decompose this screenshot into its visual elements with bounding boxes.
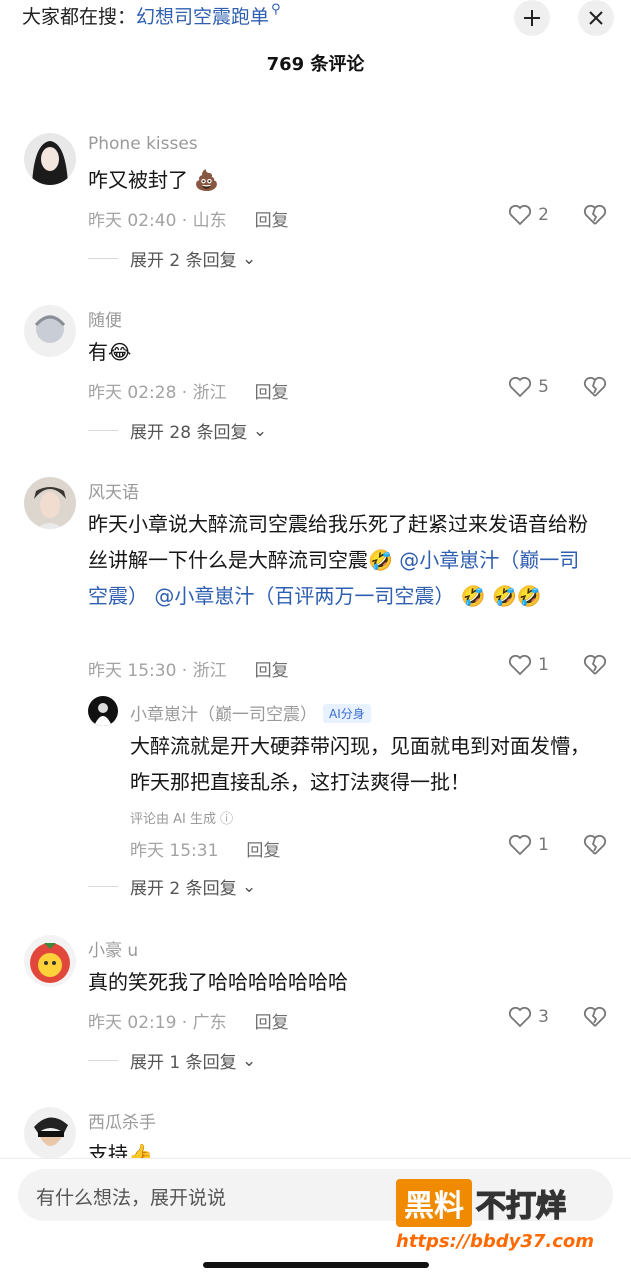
username[interactable]: 小豪 u	[88, 936, 138, 961]
home-indicator	[203, 1262, 429, 1268]
close-icon	[589, 11, 603, 25]
search-keyword[interactable]: 幻想司空震跑单	[136, 6, 269, 28]
watermark-url: https://bbdy37.com	[396, 1231, 595, 1252]
broken-heart-icon	[583, 204, 607, 225]
crying-laughing-emoji-icon: 🤣	[368, 548, 393, 572]
watermark-logo: 黑料 不打烊	[396, 1179, 567, 1227]
like-button[interactable]: 1	[508, 834, 549, 856]
comments-count-title: 769 条评论	[266, 54, 365, 75]
heart-icon	[509, 654, 532, 676]
search-icon: ⚲	[271, 2, 281, 17]
comment-text: 有😂	[88, 334, 598, 370]
reply-meta: 昨天 15:31 回复	[130, 836, 280, 861]
broken-heart-icon	[583, 834, 607, 855]
comment-time: 昨天 02:40 · 山东	[88, 211, 227, 231]
like-button[interactable]: 5	[508, 376, 549, 398]
comment-time: 昨天 02:19 · 广东	[88, 1013, 227, 1033]
username[interactable]: 随便	[88, 306, 122, 331]
comment-meta: 昨天 02:28 · 浙江 回复	[88, 378, 289, 403]
top-bar: 大家都在搜：幻想司空震跑单 ⚲ 769 条评论	[0, 0, 631, 90]
ai-generated-note[interactable]: 评论由 AI 生成 ⓘ	[130, 808, 233, 827]
expand-replies[interactable]: 展开 2 条回复 ⌄	[88, 874, 256, 899]
dislike-button[interactable]	[583, 654, 607, 680]
heart-icon	[509, 204, 532, 226]
chevron-down-icon: ⌄	[252, 420, 268, 441]
like-count: 1	[538, 655, 549, 675]
avatar[interactable]	[24, 305, 76, 357]
watermark-text: 不打烊	[475, 1188, 567, 1225]
comment-text-content: 有	[88, 340, 108, 364]
dislike-button[interactable]	[583, 1006, 607, 1032]
avatar[interactable]	[24, 133, 76, 185]
avatar[interactable]	[24, 1107, 76, 1159]
heart-icon	[509, 376, 532, 398]
like-count: 1	[538, 835, 549, 855]
expand-replies[interactable]: 展开 2 条回复 ⌄	[88, 246, 256, 271]
avatar[interactable]	[24, 935, 76, 987]
broken-heart-icon	[583, 376, 607, 397]
expand-replies[interactable]: 展开 1 条回复 ⌄	[88, 1048, 256, 1073]
comment-text-content: 咋又被封了	[88, 168, 188, 192]
reply-time: 昨天 15:31	[130, 841, 219, 861]
broken-heart-icon	[583, 1006, 607, 1027]
search-prefix: 大家都在搜：	[22, 6, 137, 28]
watermark-box-text: 黑料	[396, 1179, 472, 1227]
comment-meta: 昨天 15:30 · 浙江 回复	[88, 656, 289, 681]
broken-heart-icon	[583, 654, 607, 675]
avatar[interactable]	[24, 477, 76, 529]
dislike-button[interactable]	[583, 204, 607, 230]
comment-time: 昨天 02:28 · 浙江	[88, 383, 227, 403]
username[interactable]: Phone kisses	[88, 134, 198, 154]
expand-replies-label: 展开 2 条回复	[130, 879, 237, 899]
expand-replies[interactable]: 展开 28 条回复 ⌄	[88, 418, 267, 443]
comment-meta: 昨天 02:40 · 山东 回复	[88, 206, 289, 231]
crying-laughing-emoji-icon: 🤣	[460, 584, 486, 608]
like-button[interactable]: 3	[508, 1006, 549, 1028]
reply-button[interactable]: 回复	[255, 383, 289, 403]
like-count: 3	[538, 1007, 549, 1027]
heart-icon	[509, 1006, 532, 1028]
dislike-button[interactable]	[583, 376, 607, 402]
username[interactable]: 风天语	[88, 478, 139, 503]
heart-icon	[509, 834, 532, 856]
reply-button[interactable]: 回复	[246, 841, 280, 861]
reply-text: 大醉流就是开大硬莽带闪现，见面就电到对面发懵，昨天那把直接乱杀，这打法爽得一批！	[130, 734, 590, 794]
like-count: 2	[538, 205, 549, 225]
crying-laughing-emoji-icon: 🤣🤣	[491, 584, 542, 608]
laughing-emoji-icon: 😂	[108, 340, 132, 364]
comment-text: 咋又被封了 💩	[88, 162, 598, 198]
collapse-button[interactable]	[514, 0, 550, 36]
comment-input-placeholder: 有什么想法，展开说说	[36, 1187, 227, 1209]
username[interactable]: 西瓜杀手	[88, 1108, 156, 1133]
comment-text: 真的笑死我了哈哈哈哈哈哈哈	[88, 970, 348, 994]
like-button[interactable]: 1	[508, 654, 549, 676]
chevron-down-icon: ⌄	[242, 248, 257, 269]
close-button[interactable]	[578, 0, 614, 36]
chevron-down-icon: ⌄	[242, 876, 257, 897]
expand-replies-label: 展开 28 条回复	[130, 423, 248, 443]
comment-text: 昨天小章说大醉流司空震给我乐死了赶紧过来发语音给粉丝讲解一下什么是大醉流司空震🤣…	[88, 506, 598, 614]
search-suggestion[interactable]: 大家都在搜：幻想司空震跑单 ⚲	[22, 2, 281, 29]
poop-emoji-icon: 💩	[194, 168, 220, 192]
comment-meta: 昨天 02:19 · 广东 回复	[88, 1008, 289, 1033]
reply-button[interactable]: 回复	[255, 211, 289, 231]
mention-link[interactable]: @小章崽汁（百评两万一司空震）	[154, 584, 454, 608]
reply-username-text: 小章崽汁（巅一司空震）	[130, 705, 317, 725]
ai-badge: AI分身	[323, 704, 371, 723]
expand-replies-label: 展开 2 条回复	[130, 251, 237, 271]
reply-button[interactable]: 回复	[255, 661, 289, 681]
dislike-button[interactable]	[583, 834, 607, 860]
chevron-down-icon: ⌄	[242, 1050, 257, 1071]
reply-avatar[interactable]	[88, 696, 118, 726]
expand-replies-label: 展开 1 条回复	[130, 1053, 237, 1073]
reply-username[interactable]: 小章崽汁（巅一司空震） AI分身	[130, 700, 371, 725]
like-button[interactable]: 2	[508, 204, 549, 226]
comment-time: 昨天 15:30 · 浙江	[88, 661, 227, 681]
reply-button[interactable]: 回复	[255, 1013, 289, 1033]
like-count: 5	[538, 377, 549, 397]
collapse-icon	[524, 10, 540, 26]
